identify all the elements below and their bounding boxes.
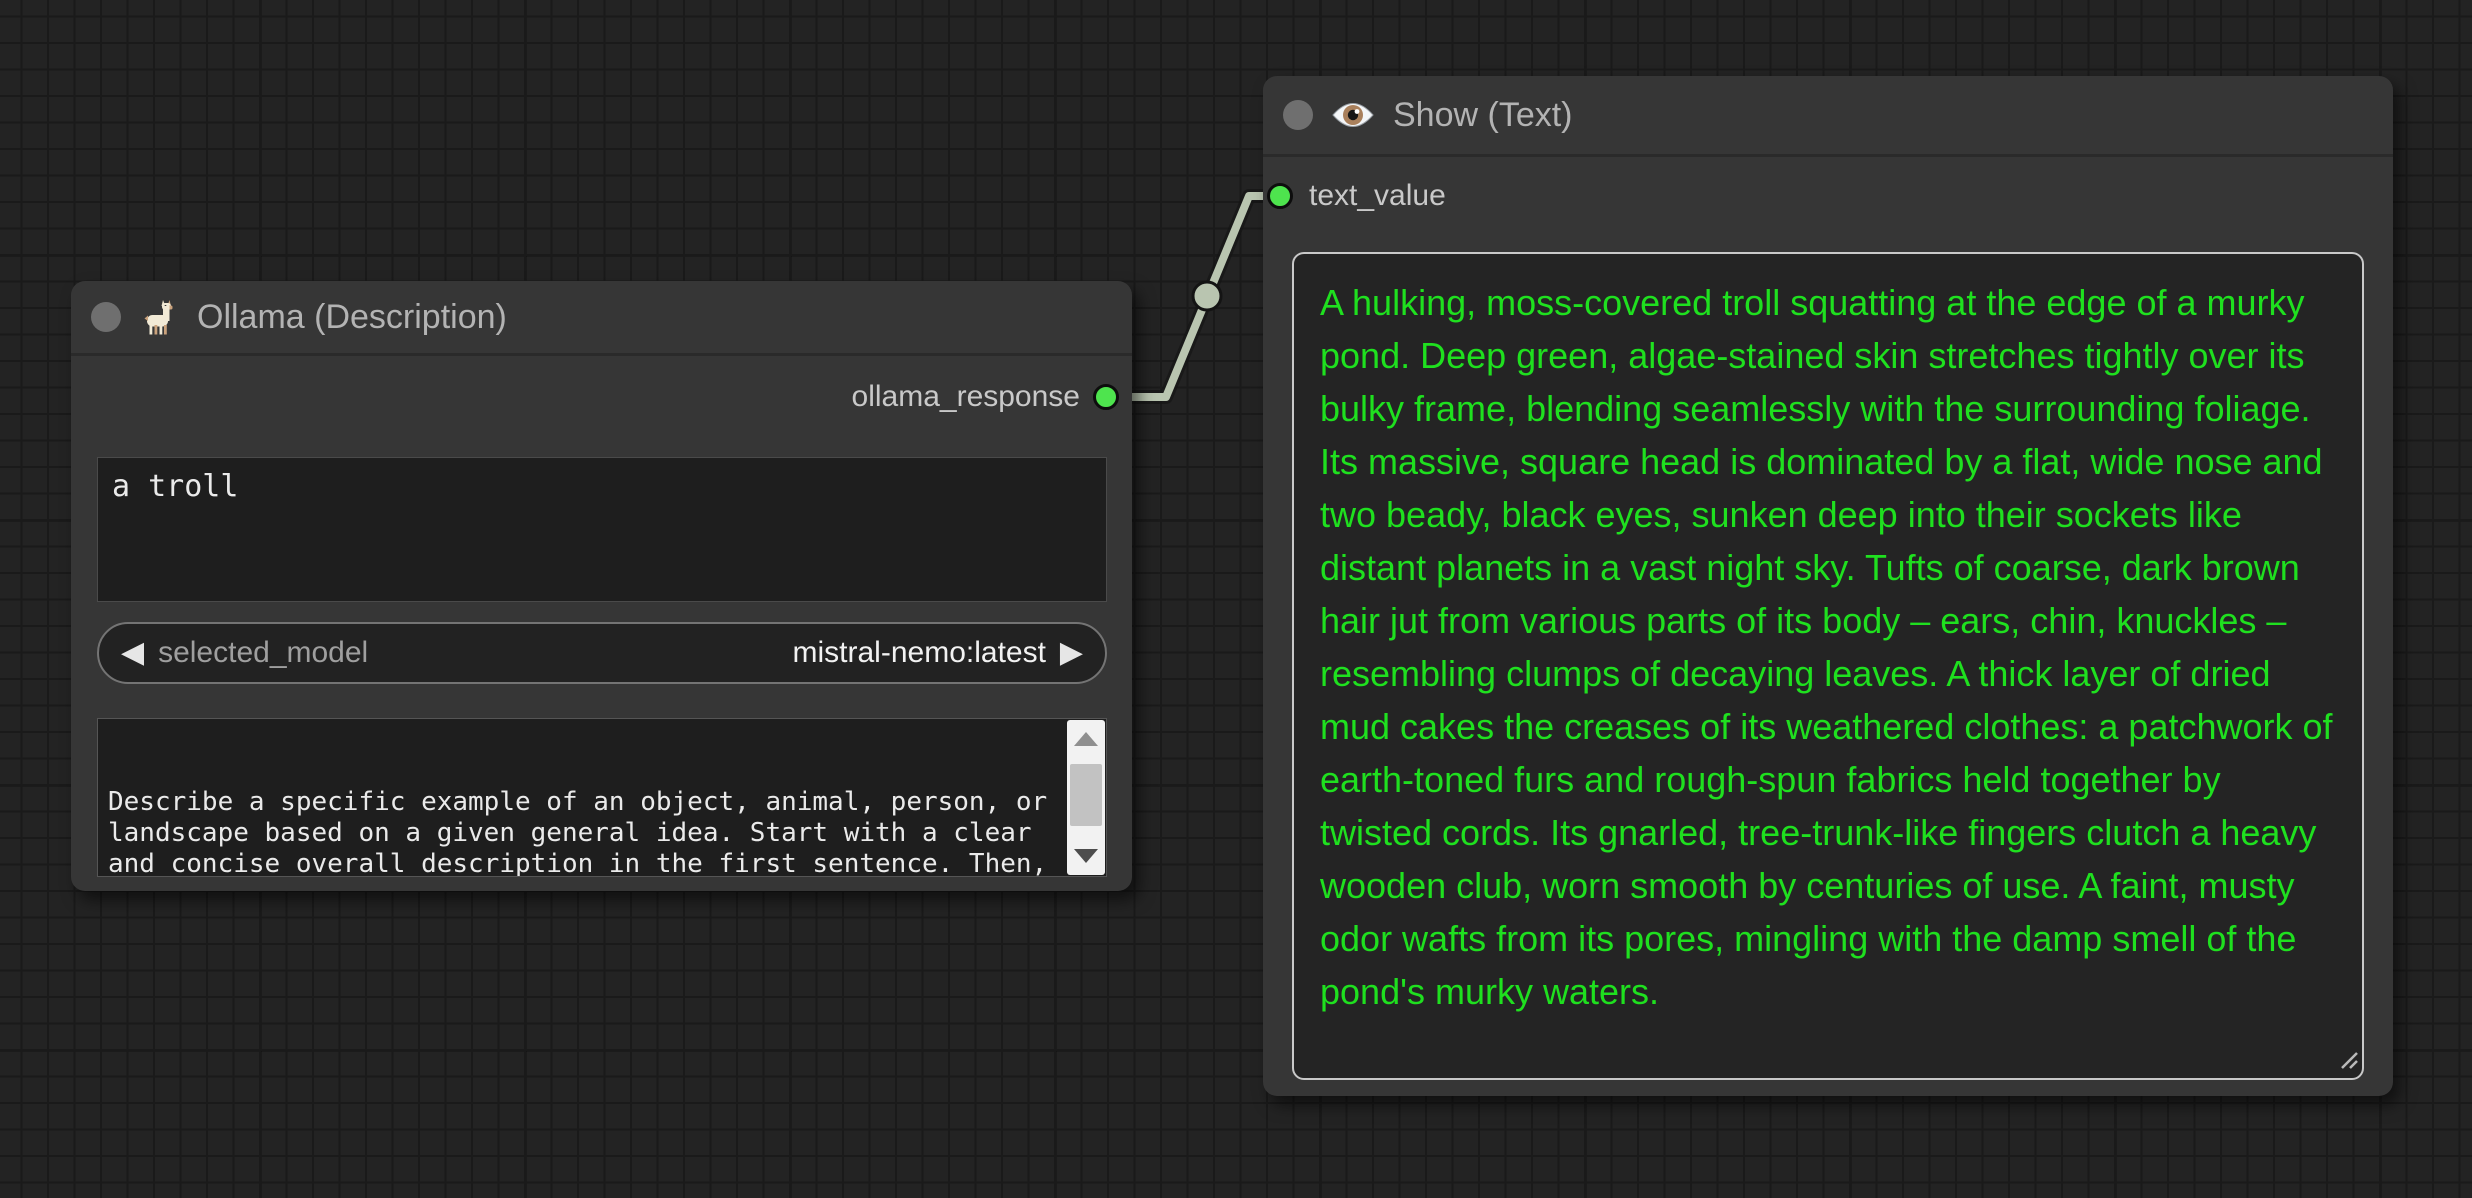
generated-description-text: A hulking, moss-covered troll squatting … xyxy=(1320,282,2343,1012)
node-ollama-description[interactable]: Ollama (Description) ollama_response a t… xyxy=(71,281,1132,891)
prompt-text-field[interactable]: Describe a specific example of an object… xyxy=(97,718,1107,877)
node-title-bar[interactable]: Show (Text) xyxy=(1263,76,2393,157)
model-widget-value: mistral-nemo:latest xyxy=(792,636,1046,669)
scrollbar-thumb[interactable] xyxy=(1070,764,1102,826)
input-text-field[interactable]: a troll xyxy=(97,457,1107,602)
prompt-text: Describe a specific example of an object… xyxy=(108,787,1048,877)
output-slot-dot[interactable] xyxy=(1093,384,1119,410)
link-midpoint-dot xyxy=(1191,280,1223,312)
node-title-bar[interactable]: Ollama (Description) xyxy=(71,281,1132,356)
llama-icon xyxy=(139,297,179,337)
prompt-scrollbar[interactable] xyxy=(1067,720,1105,875)
node-show-text[interactable]: Show (Text) text_value A hulking, moss-c… xyxy=(1263,76,2393,1096)
resize-grip-icon[interactable] xyxy=(2336,1047,2358,1074)
text-display-widget[interactable]: A hulking, moss-covered troll squatting … xyxy=(1292,252,2364,1080)
next-model-arrow-icon[interactable]: ▶ xyxy=(1060,638,1083,668)
node-title: Show (Text) xyxy=(1393,95,1573,134)
prev-model-arrow-icon[interactable]: ◀ xyxy=(121,638,144,668)
collapse-dot[interactable] xyxy=(91,302,121,332)
scroll-down-arrow-icon[interactable] xyxy=(1067,837,1105,875)
model-widget-label: selected_model xyxy=(158,636,369,669)
eye-icon xyxy=(1331,100,1375,130)
node-graph-canvas[interactable]: Ollama (Description) ollama_response a t… xyxy=(0,0,2472,1198)
scroll-up-arrow-icon[interactable] xyxy=(1067,720,1105,758)
collapse-dot[interactable] xyxy=(1283,100,1313,130)
node-title: Ollama (Description) xyxy=(197,297,507,336)
output-slot-label: ollama_response xyxy=(851,380,1080,413)
input-slot-label: text_value xyxy=(1309,179,1446,212)
input-slot-dot[interactable] xyxy=(1267,183,1293,209)
selected-model-widget[interactable]: ◀ selected_model mistral-nemo:latest ▶ xyxy=(97,622,1107,684)
